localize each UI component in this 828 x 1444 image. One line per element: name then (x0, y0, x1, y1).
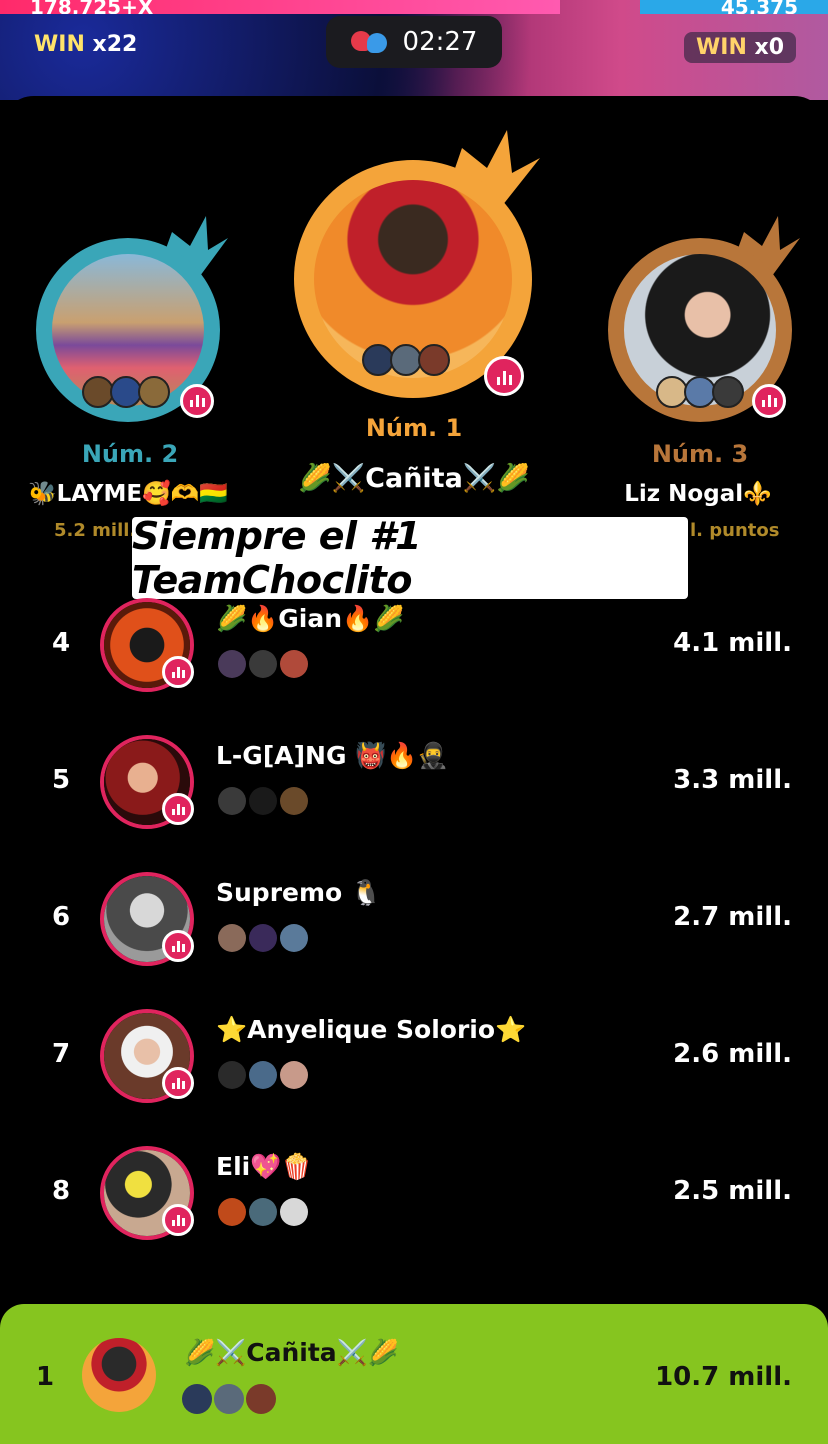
row-rank: 4 (52, 628, 71, 658)
row-rank: 8 (52, 1176, 71, 1206)
third-place-gifters (656, 376, 744, 408)
row-gifters (218, 1061, 311, 1089)
second-place-gifters (82, 376, 170, 408)
gifter-avatar (280, 650, 308, 678)
first-place-rank: Núm. 1 (365, 414, 463, 442)
row-gifters (218, 924, 311, 952)
row-gifters (218, 1198, 311, 1226)
third-place-stats-icon[interactable] (752, 384, 786, 418)
battle-timer: 02:27 (326, 16, 502, 68)
row-name: L-G[A]NG 👹🔥🥷 (216, 741, 449, 770)
my-rank-bar[interactable]: 1 🌽⚔️Cañita⚔️🌽 10.7 mill. (0, 1304, 828, 1444)
gifter-avatar (249, 1198, 277, 1226)
row-name: 🌽🔥Gian🔥🌽 (216, 604, 405, 633)
timer-text: 02:27 (402, 27, 478, 57)
win-streak-left: WIN x22 (34, 32, 137, 57)
leaderboard-row[interactable]: 5 L-G[A]NG 👹🔥🥷 3.3 mill. (0, 735, 828, 855)
row-rank: 6 (52, 902, 71, 932)
my-score: 10.7 mill. (655, 1362, 792, 1392)
right-team-score: 45,375 (640, 0, 828, 14)
win-label: WIN (696, 35, 747, 60)
gifter-avatar (280, 1198, 308, 1226)
row-rank: 7 (52, 1039, 71, 1069)
gifter-avatar (249, 924, 277, 952)
gifter-avatar (218, 787, 246, 815)
leaderboard-row[interactable]: 7 ⭐Anyelique Solorio⭐ 2.6 mill. (0, 1009, 828, 1129)
row-gifters (218, 650, 311, 678)
third-place-name: Liz Nogal⚜️ (624, 481, 772, 507)
win-count: x22 (92, 32, 138, 57)
row-name: Eli💖🍿 (216, 1152, 313, 1181)
gifter-avatar (249, 650, 277, 678)
battle-header: 178,725+X 45,375 WIN x22 02:27 WIN x0 (0, 0, 828, 100)
second-place-stats-icon[interactable] (180, 384, 214, 418)
row-score: 2.7 mill. (673, 902, 792, 932)
boxing-gloves-icon (350, 29, 389, 55)
gifter-avatar (246, 1384, 276, 1414)
gifter-avatar (182, 1384, 212, 1414)
row-name: ⭐Anyelique Solorio⭐ (216, 1015, 527, 1044)
row-score: 2.6 mill. (673, 1039, 792, 1069)
video-caption: Siempre el #1 TeamChoclito (132, 514, 688, 602)
gifter-avatar (249, 1061, 277, 1089)
first-place-gifters (362, 344, 450, 376)
stats-icon[interactable] (162, 930, 194, 962)
gifter-avatar (218, 1198, 246, 1226)
first-place-name: 🌽⚔️Cañita⚔️🌽 (297, 463, 531, 494)
my-gifters (182, 1384, 278, 1414)
stats-icon[interactable] (162, 1204, 194, 1236)
my-avatar[interactable] (82, 1338, 156, 1412)
second-place-rank: Núm. 2 (81, 440, 179, 468)
first-place-stats-icon[interactable] (484, 356, 524, 396)
gifter-avatar (249, 787, 277, 815)
left-team-score: 178,725+X (0, 0, 560, 14)
gifter-avatar (214, 1384, 244, 1414)
second-place-points: 5.2 mill. (54, 520, 137, 541)
row-score: 3.3 mill. (673, 765, 792, 795)
stats-icon[interactable] (162, 1067, 194, 1099)
gifter-avatar (280, 787, 308, 815)
win-streak-right: WIN x0 (684, 32, 797, 63)
second-place-name: 🐝LAYME🥰🫶🇧🇴 (27, 481, 229, 507)
stats-icon[interactable] (162, 793, 194, 825)
third-place-points: l. puntos (690, 520, 780, 541)
row-score: 2.5 mill. (673, 1176, 792, 1206)
win-label: WIN (34, 32, 85, 57)
gifter-avatar (712, 376, 744, 408)
leaderboard-row[interactable]: 8 Eli💖🍿 2.5 mill. (0, 1146, 828, 1266)
row-gifters (218, 787, 311, 815)
gifter-avatar (138, 376, 170, 408)
gifter-avatar (218, 924, 246, 952)
gifter-avatar (418, 344, 450, 376)
row-name: Supremo 🐧 (216, 878, 383, 907)
leaderboard-row[interactable]: 6 Supremo 🐧 2.7 mill. (0, 872, 828, 992)
win-count: x0 (754, 35, 785, 60)
my-name: 🌽⚔️Cañita⚔️🌽 (184, 1338, 399, 1367)
gifter-avatar (218, 1061, 246, 1089)
row-rank: 5 (52, 765, 71, 795)
row-score: 4.1 mill. (673, 628, 792, 658)
stats-icon[interactable] (162, 656, 194, 688)
gifter-avatar (218, 650, 246, 678)
gifter-avatar (280, 924, 308, 952)
third-place-rank: Núm. 3 (651, 440, 749, 468)
leaderboard-row[interactable]: 4 🌽🔥Gian🔥🌽 4.1 mill. (0, 598, 828, 718)
gifter-avatar (280, 1061, 308, 1089)
my-rank-number: 1 (36, 1362, 55, 1392)
